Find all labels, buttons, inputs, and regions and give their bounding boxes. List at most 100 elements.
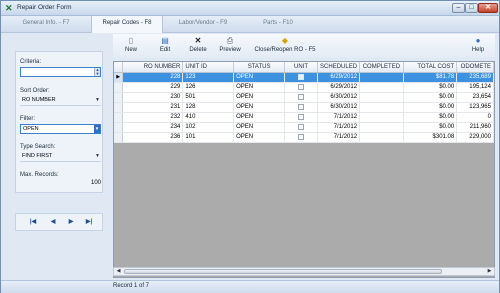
table-row[interactable]: 232 410 OPEN 7/1/2012 $0.00 0 bbox=[114, 112, 494, 123]
row-selector bbox=[114, 92, 124, 103]
column-header[interactable]: ODOMETE bbox=[456, 62, 494, 73]
lock-toggle-icon: ◆ bbox=[281, 36, 289, 45]
cell-status: OPEN bbox=[233, 82, 286, 93]
criteria-input[interactable]: ▲ ▼ bbox=[20, 67, 101, 77]
cell-unit-checkbox[interactable] bbox=[284, 72, 319, 83]
column-header[interactable]: COMPLETED bbox=[359, 62, 404, 73]
maximize-button[interactable]: □ bbox=[465, 3, 478, 13]
cell-completed bbox=[359, 102, 404, 113]
close-reopen-button[interactable]: ◆ Close/Reopen RO - F5 bbox=[253, 35, 317, 57]
tab-strip: General Info. - F7 Repair Codes - F8 Lab… bbox=[1, 16, 499, 33]
table-row[interactable]: 231 128 OPEN 6/30/2012 $0.00 123,965 bbox=[114, 102, 494, 113]
next-record-icon[interactable]: ▶ bbox=[66, 218, 76, 227]
tab-general-info[interactable]: General Info. - F7 bbox=[1, 16, 91, 33]
row-selector bbox=[114, 122, 124, 133]
type-search-value: FIND FIRST bbox=[22, 153, 53, 159]
cell-odometer: 235,689 bbox=[456, 72, 494, 83]
cell-status: OPEN bbox=[233, 132, 286, 143]
cell-odometer: 195,124 bbox=[456, 82, 494, 93]
criteria-spin-icon[interactable]: ▲ ▼ bbox=[94, 68, 100, 76]
filter-label: Filter: bbox=[20, 116, 35, 122]
checkbox-icon bbox=[298, 83, 305, 90]
max-records-input[interactable]: 100 bbox=[20, 180, 101, 186]
help-icon: ● bbox=[475, 36, 481, 45]
table-row[interactable]: 230 501 OPEN 6/30/2012 $0.00 23,654 bbox=[114, 92, 494, 103]
minimize-button[interactable]: – bbox=[452, 3, 465, 13]
filter-panel: Criteria: ▲ ▼ Sort Order: RO NUMBER ▼ Fil… bbox=[15, 51, 103, 193]
checkbox-icon bbox=[298, 73, 305, 80]
help-button[interactable]: ● Help bbox=[467, 35, 489, 57]
scroll-right-icon[interactable]: ▶ bbox=[485, 268, 494, 275]
cell-total-cost: $301.08 bbox=[403, 132, 458, 143]
cell-unit-checkbox[interactable] bbox=[284, 102, 319, 113]
chevron-down-icon: ▼ bbox=[95, 97, 100, 103]
horizontal-scrollbar[interactable]: ◀ ▶ bbox=[113, 267, 495, 276]
new-button[interactable]: ▯ New bbox=[119, 35, 143, 57]
cell-unit-id: 123 bbox=[182, 72, 235, 83]
cell-unit-id: 101 bbox=[182, 132, 235, 143]
cell-unit-checkbox[interactable] bbox=[284, 112, 319, 123]
sort-order-value: RO NUMBER bbox=[22, 97, 56, 103]
repair-order-window: ✕ Repair Order Form – □ ✕ General Info. … bbox=[0, 0, 500, 293]
cell-scheduled: 7/1/2012 bbox=[317, 132, 361, 143]
filter-select[interactable]: OPEN ▼ bbox=[20, 124, 101, 134]
column-header[interactable]: UNIT bbox=[284, 62, 319, 73]
cell-unit-checkbox[interactable] bbox=[284, 122, 319, 133]
toolbar: ▯ New ▤ Edit ✕ Delete ⎙ Preview ◆ Close/… bbox=[113, 34, 495, 58]
close-button[interactable]: ✕ bbox=[478, 3, 498, 13]
column-header[interactable]: SCHEDULED bbox=[317, 62, 361, 73]
cell-unit-id: 410 bbox=[182, 112, 235, 123]
scroll-thumb[interactable] bbox=[124, 269, 442, 274]
prev-record-icon[interactable]: ◀ bbox=[48, 218, 58, 227]
tab-repair-codes[interactable]: Repair Codes - F8 bbox=[91, 16, 163, 33]
cell-total-cost: $0.00 bbox=[403, 122, 458, 133]
cell-unit-checkbox[interactable] bbox=[284, 132, 319, 143]
cell-odometer: 123,965 bbox=[456, 102, 494, 113]
cell-ro-number: 231 bbox=[122, 102, 184, 113]
cell-ro-number: 232 bbox=[122, 112, 184, 123]
scroll-left-icon[interactable]: ◀ bbox=[114, 268, 123, 275]
chevron-down-icon: ▼ bbox=[95, 153, 100, 159]
cell-completed bbox=[359, 82, 404, 93]
cell-total-cost: $0.00 bbox=[403, 102, 458, 113]
row-selector bbox=[114, 132, 124, 143]
cell-unit-checkbox[interactable] bbox=[284, 92, 319, 103]
cell-ro-number: 234 bbox=[122, 122, 184, 133]
sort-order-select[interactable]: RO NUMBER ▼ bbox=[20, 96, 101, 106]
grid-header-row: RO NUMBER UNIT ID STATUS UNIT SCHEDULED … bbox=[114, 62, 494, 73]
delete-button[interactable]: ✕ Delete bbox=[185, 35, 211, 57]
cell-unit-id: 102 bbox=[182, 122, 235, 133]
type-search-label: Type Search: bbox=[20, 144, 56, 150]
chevron-down-icon[interactable]: ▼ bbox=[94, 125, 100, 133]
column-header[interactable]: TOTAL COST bbox=[403, 62, 458, 73]
tab-parts[interactable]: Parts - F10 bbox=[243, 16, 313, 33]
cell-odometer: 229,000 bbox=[456, 132, 494, 143]
column-header[interactable]: STATUS bbox=[233, 62, 286, 73]
table-row[interactable]: 234 102 OPEN 7/1/2012 $0.00 211,960 bbox=[114, 122, 494, 133]
column-header[interactable]: UNIT ID bbox=[182, 62, 235, 73]
app-x-icon: ✕ bbox=[5, 3, 13, 13]
cell-total-cost: $81.78 bbox=[403, 72, 458, 83]
table-row[interactable]: ▶ 228 123 OPEN 6/29/2012 $81.78 235,689 bbox=[114, 72, 494, 83]
new-document-icon: ▯ bbox=[128, 36, 134, 45]
status-bar: Record 1 of 7 bbox=[1, 280, 499, 293]
preview-button[interactable]: ⎙ Preview bbox=[217, 35, 243, 57]
sort-order-label: Sort Order: bbox=[20, 88, 50, 94]
cell-scheduled: 7/1/2012 bbox=[317, 122, 361, 133]
last-record-icon[interactable]: ▶| bbox=[84, 218, 94, 227]
cell-ro-number: 230 bbox=[122, 92, 184, 103]
record-count-status: Record 1 of 7 bbox=[113, 283, 150, 289]
first-record-icon[interactable]: |◀ bbox=[28, 218, 38, 227]
edit-button[interactable]: ▤ Edit bbox=[153, 35, 177, 57]
table-row[interactable]: 236 101 OPEN 7/1/2012 $301.08 229,000 bbox=[114, 132, 494, 143]
type-search-select[interactable]: FIND FIRST ▼ bbox=[20, 152, 101, 162]
row-selector-icon: ▶ bbox=[114, 72, 124, 83]
cell-unit-checkbox[interactable] bbox=[284, 82, 319, 93]
cell-odometer: 0 bbox=[456, 112, 494, 123]
table-row[interactable]: 229 126 OPEN 6/29/2012 $0.00 195,124 bbox=[114, 82, 494, 93]
tab-labor-vendor[interactable]: Labor/Vendor - F9 bbox=[163, 16, 243, 33]
cell-scheduled: 6/30/2012 bbox=[317, 102, 361, 113]
record-navigator: |◀ ◀ ▶ ▶| bbox=[15, 213, 103, 231]
column-header[interactable]: RO NUMBER bbox=[122, 62, 184, 73]
cell-status: OPEN bbox=[233, 92, 286, 103]
